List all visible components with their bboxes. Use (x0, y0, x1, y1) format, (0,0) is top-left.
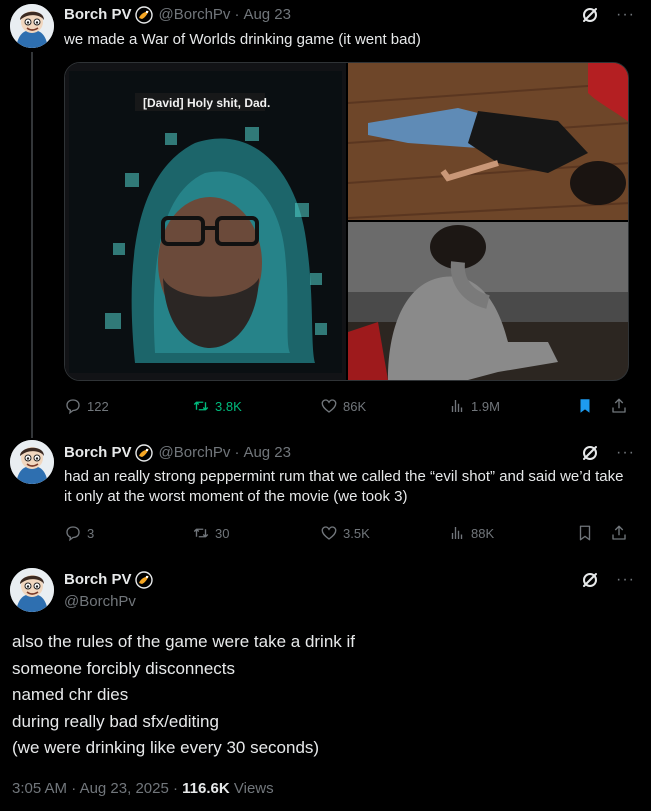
tweet-line: named chr dies (12, 685, 129, 704)
badge-icon (135, 444, 153, 462)
share-button[interactable] (610, 397, 633, 415)
like-count: 86K (343, 398, 367, 414)
tweet-text: also the rules of the game were take a d… (12, 629, 637, 762)
repost-button[interactable]: 3.8K (192, 397, 242, 415)
views-count: 88K (471, 525, 495, 541)
handle[interactable]: @BorchPv (64, 592, 136, 612)
bookmark-icon (576, 524, 594, 542)
avatar[interactable] (10, 568, 54, 612)
repost-count: 3.8K (215, 398, 242, 414)
reply-count: 3 (87, 525, 95, 541)
media-image-sitting[interactable] (348, 222, 628, 380)
tweet-3-focused: Borch PV @BorchPv ··· also the rules of … (0, 552, 651, 811)
avatar[interactable] (10, 440, 54, 484)
grok-icon[interactable] (580, 570, 600, 590)
tweet-1[interactable]: Borch PV @BorchPv · Aug 23 ··· we made a… (0, 0, 651, 430)
like-button[interactable]: 3.5K (320, 524, 370, 542)
views-button[interactable]: 88K (448, 524, 494, 542)
separator: · (172, 780, 183, 797)
repost-count: 30 (215, 525, 230, 541)
display-name[interactable]: Borch PV (64, 5, 132, 25)
like-icon (320, 524, 338, 542)
tweet-line: also the rules of the game were take a d… (12, 632, 356, 651)
tweet-text: we made a War of Worlds drinking game (i… (64, 31, 421, 48)
views-button[interactable]: 1.9M (448, 397, 500, 415)
post-date[interactable]: Aug 23, 2025 (80, 780, 169, 797)
thread-line (31, 52, 33, 430)
more-icon[interactable]: ··· (616, 7, 635, 23)
share-icon (610, 524, 628, 542)
tweet-line: someone forcibly disconnects (12, 658, 236, 678)
reply-count: 122 (87, 398, 109, 414)
repost-icon (192, 524, 210, 542)
tweet-meta: 3:05 AM · Aug 23, 2025 · 116.6K Views (12, 780, 274, 797)
reply-button[interactable]: 122 (64, 397, 109, 415)
timestamp[interactable]: Aug 23 (243, 5, 291, 25)
bookmark-button[interactable] (576, 524, 599, 542)
like-count: 3.5K (343, 525, 370, 541)
views-icon (448, 524, 466, 542)
media-grid[interactable]: [David] Holy shit, Dad. (64, 62, 629, 381)
reply-icon (64, 397, 82, 415)
grok-icon[interactable] (580, 443, 600, 463)
reply-button[interactable]: 3 (64, 524, 94, 542)
handle[interactable]: @BorchPv (159, 5, 231, 25)
display-name[interactable]: Borch PV (64, 443, 132, 463)
more-icon[interactable]: ··· (616, 445, 635, 461)
views-count: 116.6K (182, 780, 230, 797)
handle[interactable]: @BorchPv (159, 443, 231, 463)
like-icon (320, 397, 338, 415)
views-count: 1.9M (471, 398, 500, 414)
tweet-line: during really bad sfx/editing (12, 711, 219, 731)
views-icon (448, 397, 466, 415)
repost-icon (192, 397, 210, 415)
tweet-2[interactable]: Borch PV @BorchPv · Aug 23 ··· had an re… (0, 430, 651, 552)
tweet-actions: 122 3.8K 86K 1.9M (64, 397, 629, 417)
timestamp[interactable]: Aug 23 (243, 443, 291, 463)
grok-icon[interactable] (580, 5, 600, 25)
badge-icon (135, 571, 153, 589)
badge-icon (135, 6, 153, 24)
thread-line-top (31, 430, 33, 438)
separator: · (234, 6, 240, 23)
share-icon (610, 397, 628, 415)
avatar[interactable] (10, 4, 54, 48)
bookmark-icon (576, 397, 594, 415)
display-name[interactable]: Borch PV (64, 570, 132, 590)
bookmark-button[interactable] (576, 397, 599, 415)
post-time[interactable]: 3:05 AM (12, 780, 67, 797)
repost-button[interactable]: 30 (192, 524, 229, 542)
more-icon[interactable]: ··· (616, 572, 635, 588)
tv-subtitle: [David] Holy shit, Dad. (143, 96, 270, 110)
views-label: Views (233, 780, 274, 797)
reply-icon (64, 524, 82, 542)
tweet-line: (we were drinking like every 30 seconds) (12, 738, 320, 757)
media-image-floor[interactable] (348, 63, 628, 220)
separator: · (234, 444, 240, 461)
tweet-actions: 3 30 3.5K 88K (64, 524, 629, 544)
like-button[interactable]: 86K (320, 397, 366, 415)
tweet-text: had an really strong peppermint rum that… (64, 468, 624, 505)
share-button[interactable] (610, 524, 633, 542)
media-image-tv[interactable]: [David] Holy shit, Dad. (65, 63, 346, 380)
separator: · (71, 780, 80, 797)
